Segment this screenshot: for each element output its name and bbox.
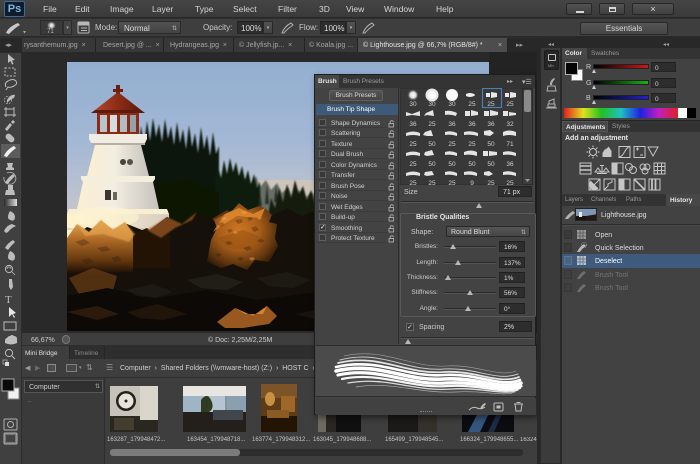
svg-text:30: 30 <box>448 101 456 108</box>
svg-text:25: 25 <box>448 141 456 148</box>
svg-text:32: 32 <box>506 121 514 128</box>
svg-text:50: 50 <box>428 141 436 148</box>
svg-text:30: 30 <box>409 101 417 108</box>
svg-text:25: 25 <box>506 101 514 108</box>
svg-text:25: 25 <box>506 180 514 185</box>
svg-text:36: 36 <box>506 161 514 168</box>
svg-text:36: 36 <box>468 121 476 128</box>
svg-text:25: 25 <box>428 180 436 185</box>
svg-text:25: 25 <box>448 180 456 185</box>
svg-text:25: 25 <box>487 101 495 108</box>
svg-text:36: 36 <box>487 121 495 128</box>
svg-text:25: 25 <box>409 141 417 148</box>
svg-text:25: 25 <box>428 121 436 128</box>
svg-text:9: 9 <box>470 180 474 185</box>
svg-text:25: 25 <box>468 101 476 108</box>
svg-text:50: 50 <box>487 161 495 168</box>
svg-text:71: 71 <box>506 141 514 148</box>
svg-text:50: 50 <box>487 141 495 148</box>
svg-text:25: 25 <box>487 180 495 185</box>
svg-text:36: 36 <box>409 121 417 128</box>
svg-text:T: T <box>5 294 12 306</box>
svg-text:36: 36 <box>448 121 456 128</box>
svg-text:25: 25 <box>409 161 417 168</box>
svg-text:30: 30 <box>428 101 436 108</box>
svg-text:25: 25 <box>468 141 476 148</box>
svg-text:50: 50 <box>428 161 436 168</box>
svg-text:50: 50 <box>448 161 456 168</box>
svg-text:50: 50 <box>468 161 476 168</box>
svg-text:25: 25 <box>409 180 417 185</box>
